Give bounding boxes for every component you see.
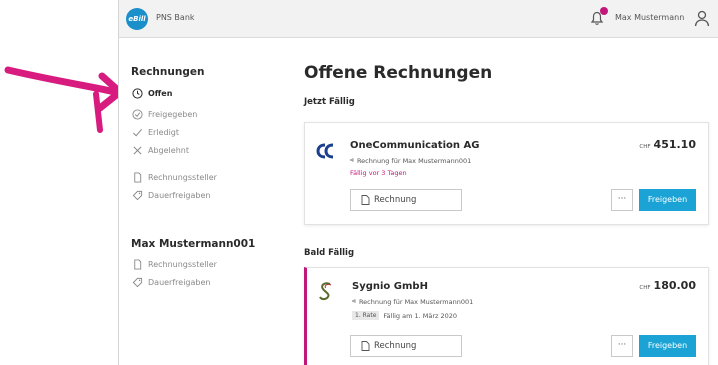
sidebar-item-label: Offen (148, 88, 173, 98)
sidebar: Rechnungen Offen Freigegeben Erledigt Ab… (119, 38, 289, 365)
button-label: Rechnung (374, 195, 417, 205)
shared-label: Rechnung für Max Mustermann001 (356, 156, 472, 165)
clock-check-icon (131, 108, 143, 120)
sidebar-item-rechnungssteller-2[interactable]: Rechnungssteller (131, 257, 217, 271)
annotation-arrow-icon (4, 66, 124, 133)
sidebar-item-label: Dauerfreigaben (148, 190, 211, 200)
due-info: 1. Rate Fällig am 1. März 2020 (352, 311, 457, 320)
document-icon (131, 258, 143, 270)
view-invoice-button[interactable]: Rechnung (350, 189, 462, 211)
more-options-button[interactable]: ··· (611, 335, 633, 357)
shared-label: Rechnung für Max Mustermann001 (358, 297, 474, 306)
button-label: Rechnung (374, 341, 417, 351)
due-status: Fällig vor 3 Tagen (350, 169, 407, 177)
shared-info: ⪡ Rechnung für Max Mustermann001 (352, 297, 473, 306)
sidebar-item-label: Abgelehnt (148, 145, 189, 155)
sidebar-item-erledigt[interactable]: Erledigt (131, 125, 179, 139)
document-icon (361, 195, 370, 205)
x-icon (131, 144, 143, 156)
company-name: Sygnio GmbH (352, 281, 428, 292)
sidebar-item-freigegeben[interactable]: Freigegeben (131, 107, 197, 121)
currency: CHF (639, 285, 651, 291)
tag-icon (131, 189, 143, 201)
sidebar-item-label: Freigegeben (148, 109, 198, 119)
bill-card[interactable]: Sygnio GmbH ⪡ Rechnung für Max Musterman… (304, 267, 709, 365)
document-icon (361, 341, 370, 351)
share-icon: ⪡ (352, 297, 356, 305)
approve-button[interactable]: Freigeben (639, 189, 696, 211)
currency: CHF (639, 144, 651, 150)
sidebar-item-label: Dauerfreigaben (148, 277, 211, 287)
document-icon (131, 171, 143, 183)
page-title: Offene Rechnungen (304, 63, 493, 83)
check-icon (131, 126, 143, 138)
section-title-jetzt-faellig: Jetzt Fällig (304, 97, 355, 107)
ebill-logo[interactable]: eBill (126, 8, 148, 30)
user-icon[interactable] (692, 8, 712, 28)
sidebar-heading-account: Max Mustermann001 (131, 238, 256, 250)
onecommunication-logo-icon (316, 143, 334, 159)
sidebar-item-dauerfreigaben-2[interactable]: Dauerfreigaben (131, 275, 210, 289)
sidebar-item-rechnungssteller[interactable]: Rechnungssteller (131, 170, 217, 184)
sidebar-item-offen[interactable]: Offen (131, 86, 172, 100)
sidebar-item-label: Rechnungssteller (148, 259, 217, 269)
amount-value: 180.00 (653, 279, 696, 292)
sidebar-heading-rechnungen: Rechnungen (131, 66, 205, 78)
bill-amount: CHF 451.10 (639, 138, 696, 151)
shared-info: ⪡ Rechnung für Max Mustermann001 (350, 156, 471, 165)
sygnio-logo-icon (319, 282, 332, 301)
sidebar-item-abgelehnt[interactable]: Abgelehnt (131, 143, 189, 157)
sidebar-item-label: Rechnungssteller (148, 172, 217, 182)
more-options-button[interactable]: ··· (611, 189, 633, 211)
top-bar: eBill PNS Bank Max Mustermann (119, 0, 718, 38)
section-title-bald-faellig: Bald Fällig (304, 248, 355, 258)
due-date: Fällig am 1. März 2020 (383, 311, 458, 320)
clock-icon (131, 87, 143, 99)
notification-badge (600, 7, 608, 15)
user-name[interactable]: Max Mustermann (615, 13, 684, 22)
company-name: OneCommunication AG (350, 140, 480, 151)
app-window: eBill PNS Bank Max Mustermann Rechnungen… (118, 0, 718, 365)
share-icon: ⪡ (350, 156, 354, 164)
sidebar-item-dauerfreigaben[interactable]: Dauerfreigaben (131, 188, 210, 202)
bank-name: PNS Bank (156, 13, 195, 22)
tag-icon (131, 276, 143, 288)
bill-card[interactable]: OneCommunication AG ⪡ Rechnung für Max M… (304, 122, 709, 225)
amount-value: 451.10 (653, 138, 696, 151)
sidebar-item-label: Erledigt (148, 127, 180, 137)
view-invoice-button[interactable]: Rechnung (350, 335, 462, 357)
bill-amount: CHF 180.00 (639, 279, 696, 292)
rate-badge: 1. Rate (352, 311, 380, 320)
approve-button[interactable]: Freigeben (639, 335, 696, 357)
